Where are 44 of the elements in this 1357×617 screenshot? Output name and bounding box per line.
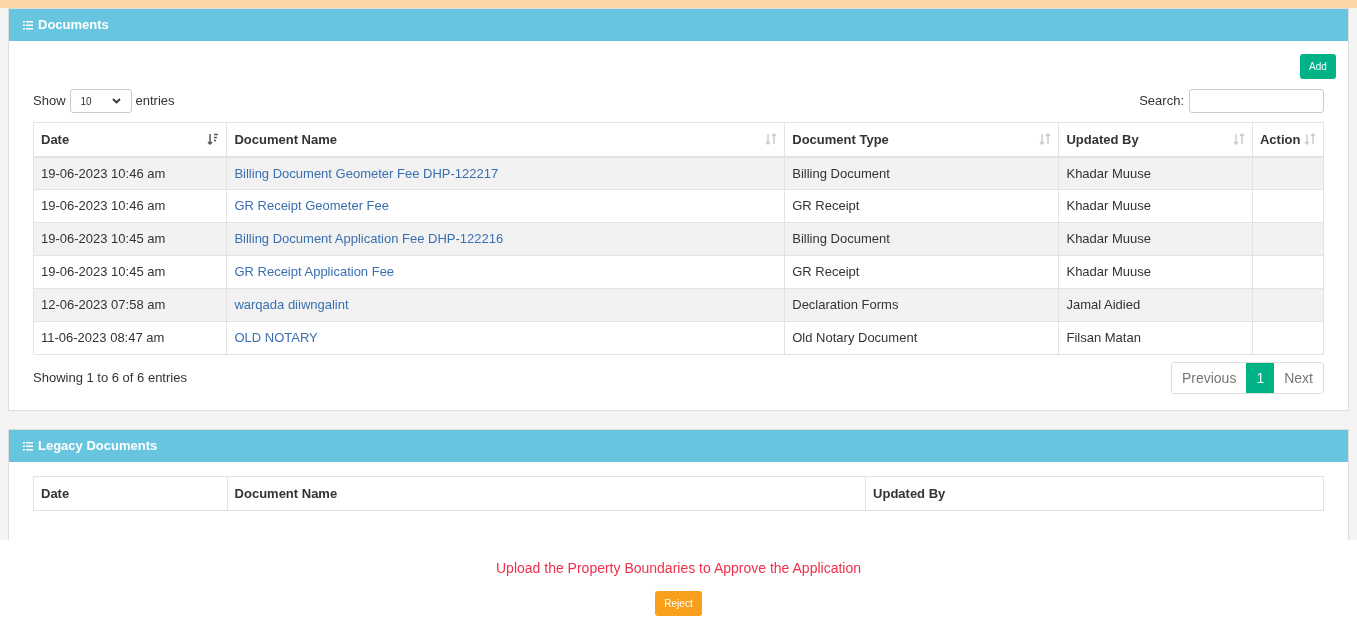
column-header: Date	[33, 476, 228, 511]
document-link[interactable]: OLD NOTARY	[234, 330, 318, 346]
page-size-select[interactable]: 10	[69, 89, 132, 113]
column-header[interactable]: Date	[33, 122, 227, 157]
list-icon	[23, 20, 33, 30]
warning-message: Upload the Property Boundaries to Approve the Application	[496, 559, 861, 578]
search-field[interactable]	[1189, 89, 1324, 113]
table-info: Showing 1 to 6 of 6 entries	[33, 369, 187, 388]
table-cell: Billing Document	[784, 222, 1059, 256]
table-cell: Khadar Muuse	[1058, 156, 1253, 190]
chevron-down-icon	[111, 98, 121, 104]
table-cell: Old Notary Document	[784, 321, 1059, 355]
table-cell: GR Receipt	[784, 189, 1059, 223]
panel-title: Legacy Documents	[38, 437, 158, 456]
document-link[interactable]: warqada diiwngalint	[234, 297, 349, 313]
table-cell: Khadar Muuse	[1058, 189, 1253, 223]
column-header[interactable]: Action	[1252, 122, 1324, 157]
table-cell: 19-06-2023 10:46 am	[33, 156, 227, 190]
show-label: Show	[33, 92, 66, 111]
table-cell: 19-06-2023 10:45 am	[33, 255, 227, 289]
table-cell: GR Receipt	[784, 255, 1059, 289]
column-header: Updated By	[865, 476, 1324, 511]
search-label: Search:	[1139, 92, 1184, 111]
panel-title: Documents	[38, 16, 109, 35]
table-cell: 11-06-2023 08:47 am	[33, 321, 227, 355]
table-cell: Khadar Muuse	[1058, 255, 1253, 289]
pagination-button[interactable]: 1	[1246, 363, 1275, 393]
table-cell: Khadar Muuse	[1058, 222, 1253, 256]
column-header[interactable]: Document Type	[784, 122, 1059, 157]
column-header[interactable]: Updated By	[1058, 122, 1253, 157]
table-cell: Billing Document	[784, 156, 1059, 190]
entries-label: entries	[135, 92, 175, 111]
table-cell: 19-06-2023 10:45 am	[33, 222, 227, 256]
document-link[interactable]: GR Receipt Geometer Fee	[234, 198, 390, 214]
list-icon	[23, 441, 33, 451]
table-cell: 12-06-2023 07:58 am	[33, 288, 227, 322]
column-header: Document Name	[227, 476, 866, 511]
add-button[interactable]: Add	[1300, 54, 1336, 79]
table-cell: Filsan Matan	[1058, 321, 1253, 355]
table-cell: Declaration Forms	[784, 288, 1059, 322]
column-header[interactable]: Document Name	[226, 122, 785, 157]
table-cell: Jamal Aidied	[1058, 288, 1253, 322]
table-cell: 19-06-2023 10:46 am	[33, 189, 227, 223]
document-link[interactable]: GR Receipt Application Fee	[234, 264, 395, 280]
